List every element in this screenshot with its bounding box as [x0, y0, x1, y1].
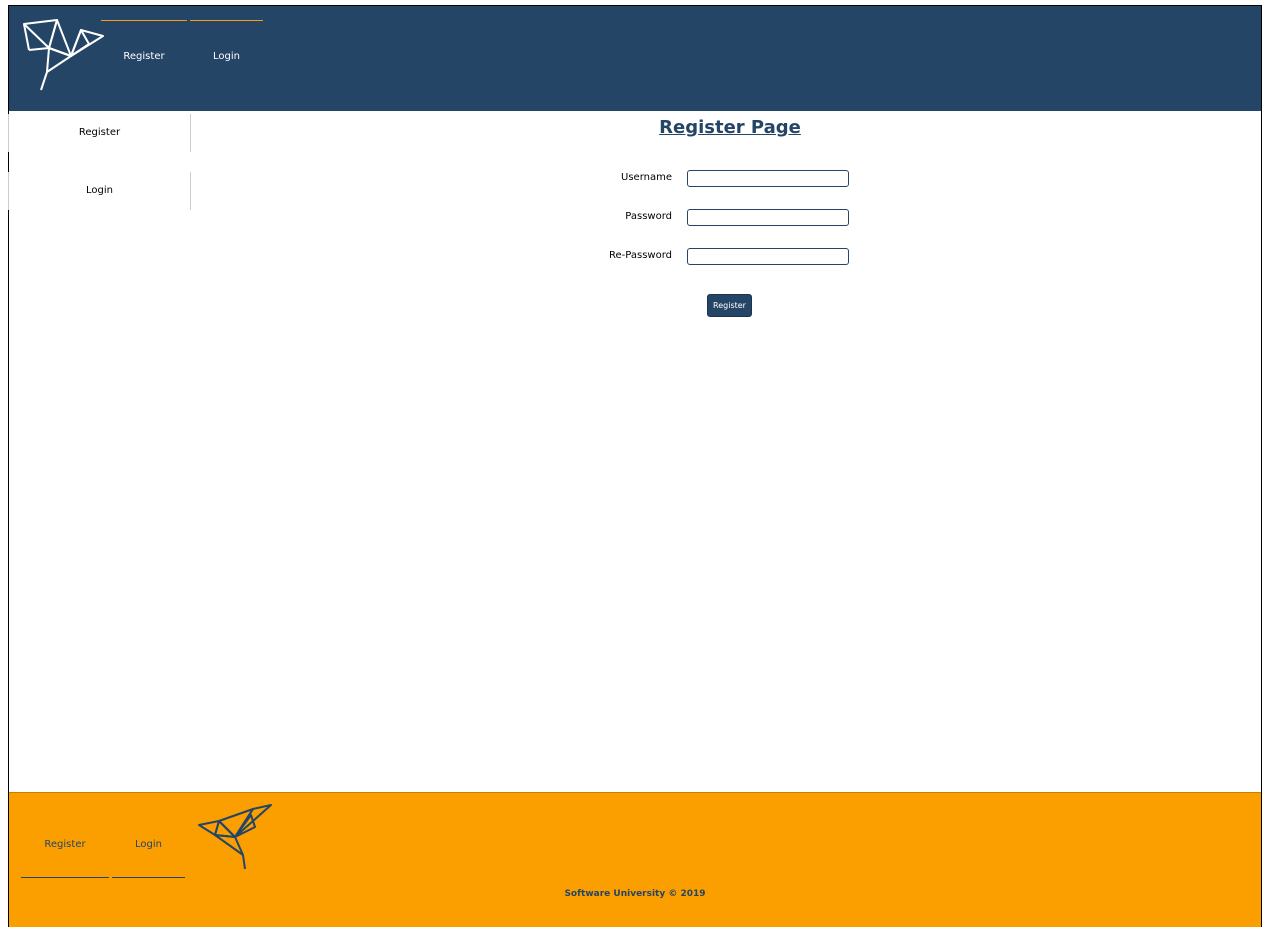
footer-nav-register[interactable]: Register	[21, 839, 109, 878]
password-label: Password	[625, 211, 672, 222]
footer-nav-login[interactable]: Login	[112, 839, 185, 878]
page-title: Register Page	[659, 117, 801, 138]
origami-bird-icon[interactable]	[195, 803, 275, 873]
sidebar-item-login[interactable]: Login	[8, 172, 191, 210]
username-label: Username	[621, 172, 672, 183]
page-frame: Register Login Register Login Software U…	[8, 5, 1262, 927]
repassword-label: Re-Password	[609, 250, 672, 261]
form-row-username: Username	[560, 168, 860, 207]
password-input[interactable]	[687, 209, 849, 226]
header-nav-register[interactable]: Register	[101, 20, 187, 62]
repassword-input[interactable]	[687, 248, 849, 265]
username-input[interactable]	[687, 170, 849, 187]
origami-bird-icon[interactable]	[19, 14, 107, 92]
header-nav: Register Login	[101, 20, 263, 62]
register-form: Username Password Re-Password	[560, 168, 860, 285]
header-nav-login[interactable]: Login	[190, 20, 263, 62]
form-row-repassword: Re-Password	[560, 246, 860, 285]
form-row-password: Password	[560, 207, 860, 246]
site-header: Register Login	[9, 6, 1261, 111]
site-footer: Register Login Software University © 201…	[9, 792, 1261, 927]
footer-nav: Register Login	[21, 839, 185, 878]
copyright-text: Software University © 2019	[564, 889, 706, 899]
register-button[interactable]: Register	[707, 294, 752, 317]
